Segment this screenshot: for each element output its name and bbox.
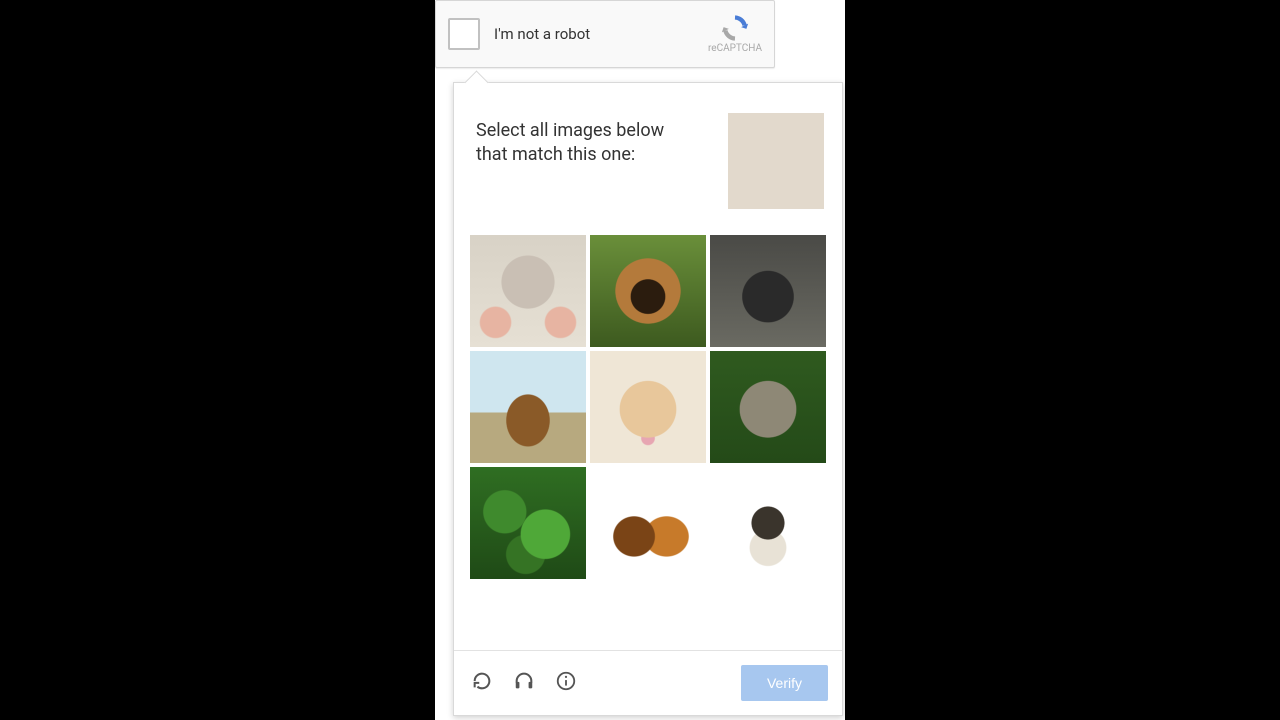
info-icon [555, 670, 577, 696]
captcha-challenge-popup: Select all images below that match this … [453, 82, 843, 716]
challenge-image-grid [454, 217, 842, 589]
challenge-tile-1[interactable] [470, 235, 586, 347]
captcha-stage: I'm not a robot reCAPTCHA Select all ima… [435, 0, 845, 720]
recaptcha-logo-icon [708, 14, 762, 42]
recaptcha-brand: reCAPTCHA [708, 14, 762, 54]
challenge-tile-3[interactable] [710, 235, 826, 347]
reload-challenge-button[interactable] [468, 669, 496, 697]
info-button[interactable] [552, 669, 580, 697]
prompt-line-2: that match this one: [476, 144, 635, 165]
verify-button[interactable]: Verify [741, 665, 828, 701]
challenge-tile-5[interactable] [590, 351, 706, 463]
audio-challenge-button[interactable] [510, 669, 538, 697]
prompt-line-1: Select all images below [476, 120, 664, 141]
recaptcha-anchor: I'm not a robot reCAPTCHA [435, 0, 775, 68]
reference-image [728, 113, 824, 209]
reload-icon [471, 670, 493, 696]
recaptcha-brand-text: reCAPTCHA [708, 43, 762, 54]
challenge-tile-7[interactable] [470, 467, 586, 579]
challenge-tile-2[interactable] [590, 235, 706, 347]
not-a-robot-checkbox[interactable] [448, 18, 480, 50]
challenge-tile-6[interactable] [710, 351, 826, 463]
challenge-tile-4[interactable] [470, 351, 586, 463]
challenge-prompt-text: Select all images below that match this … [476, 113, 714, 168]
challenge-tile-8[interactable] [590, 467, 706, 579]
headphones-icon [513, 670, 535, 696]
challenge-tile-9[interactable] [710, 467, 826, 579]
not-a-robot-label: I'm not a robot [494, 25, 590, 43]
challenge-footer: Verify [454, 650, 842, 715]
challenge-prompt: Select all images below that match this … [454, 83, 842, 217]
